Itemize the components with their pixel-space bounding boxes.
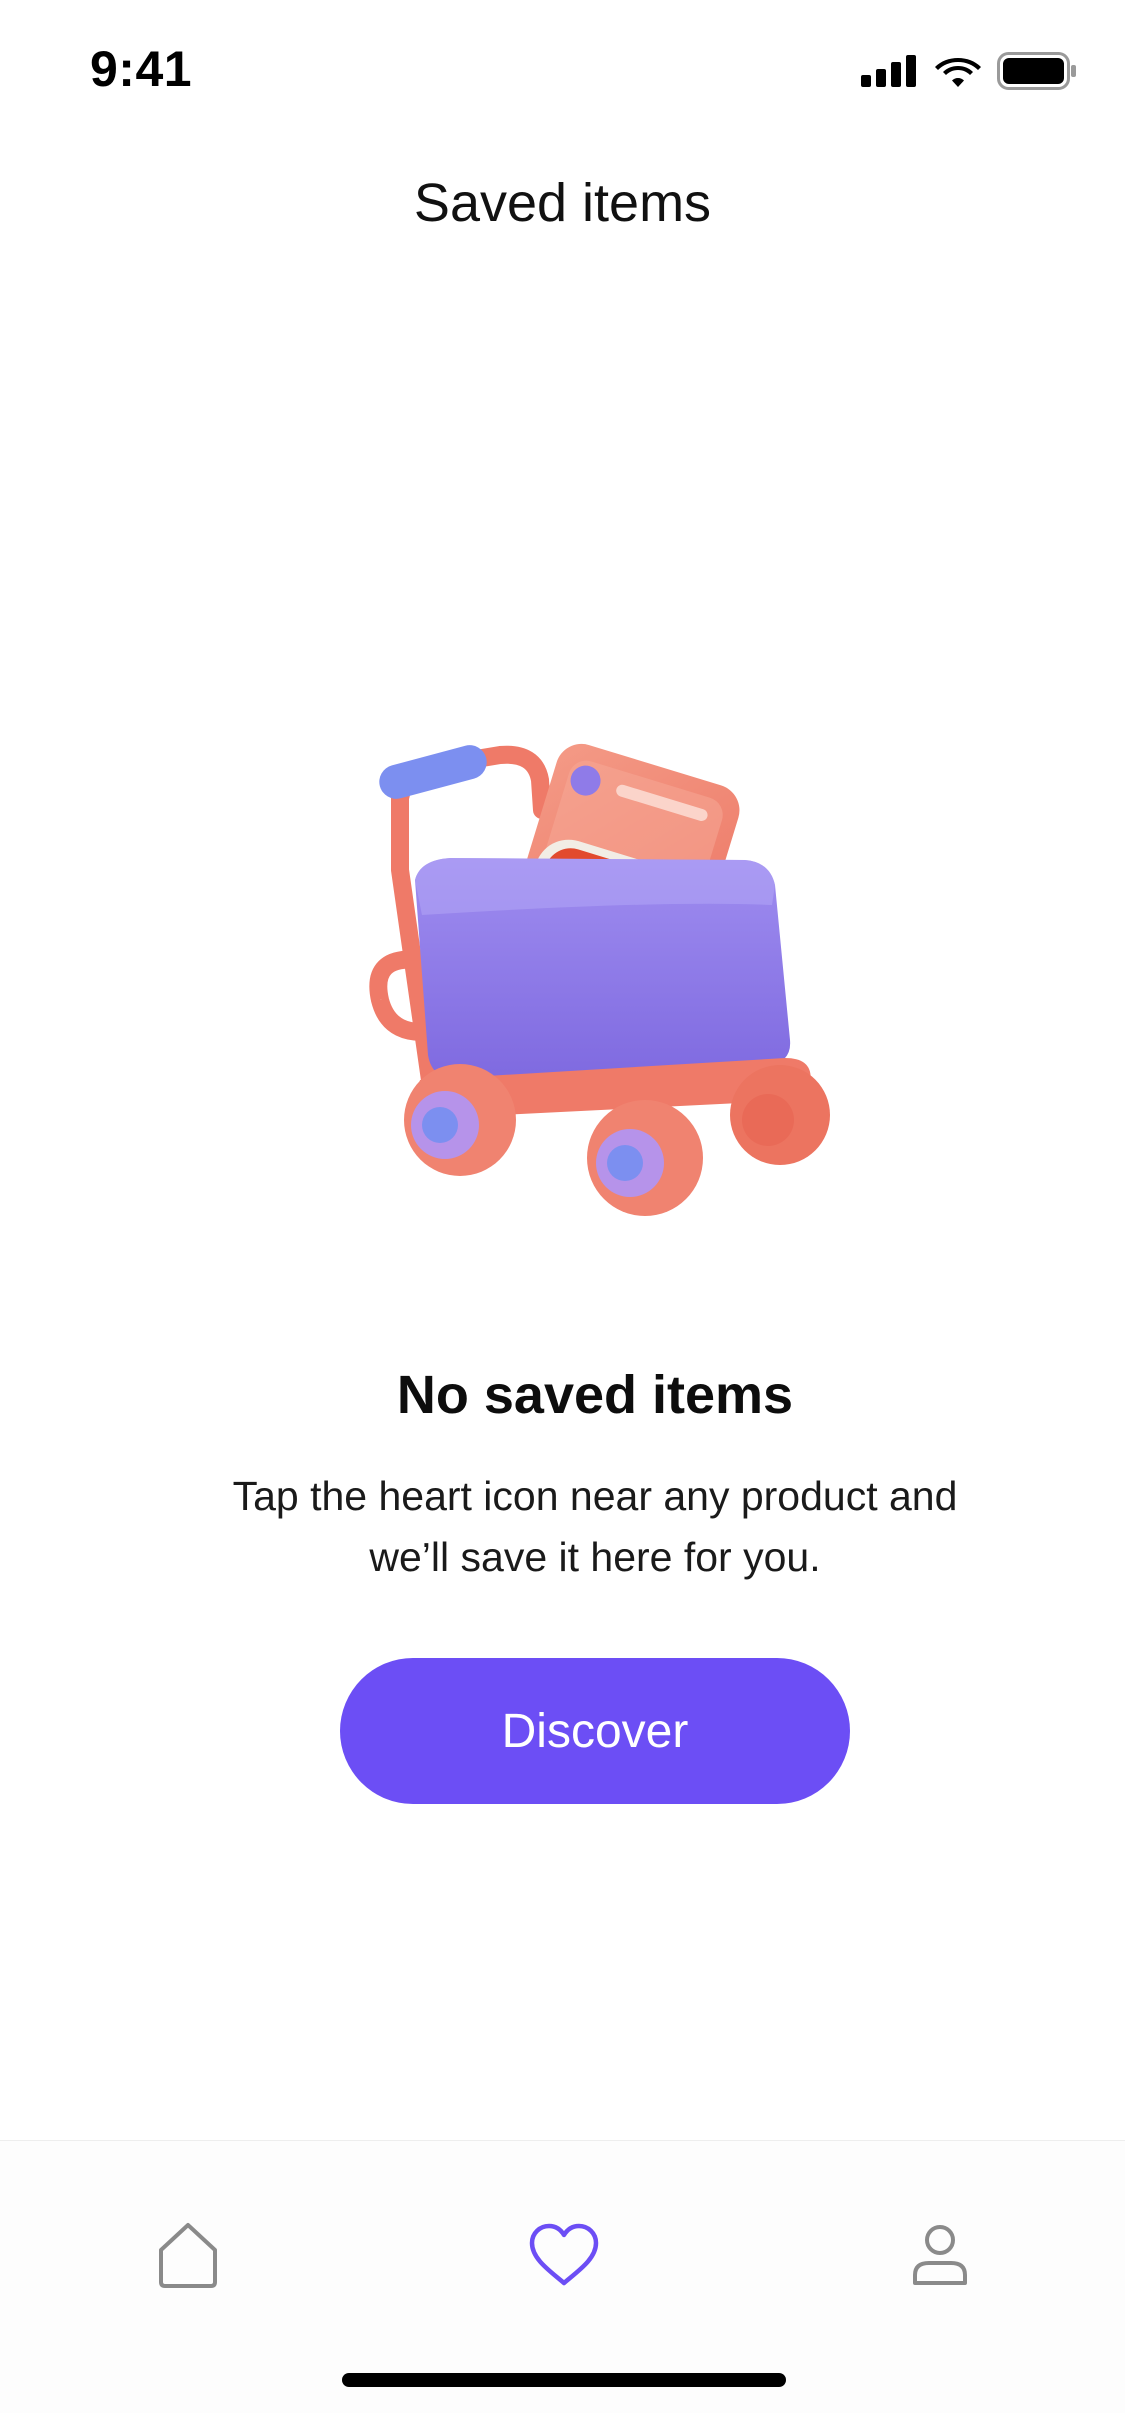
- status-time: 9:41: [90, 41, 193, 97]
- page-title: Saved items: [413, 173, 712, 233]
- discover-button[interactable]: Discover: [340, 1658, 850, 1804]
- battery-icon: [997, 52, 1076, 90]
- empty-state-title: No saved items: [396, 1365, 794, 1425]
- wifi-icon: [935, 58, 981, 87]
- status-bar: 9:41: [0, 0, 1125, 140]
- user-icon: [913, 2225, 967, 2285]
- tab-profile[interactable]: [880, 2195, 1000, 2315]
- home-icon: [159, 2223, 217, 2288]
- status-icons: [861, 52, 1077, 90]
- signal-icon: [861, 55, 916, 87]
- tab-home[interactable]: [128, 2195, 248, 2315]
- empty-state-message: Tap the heart icon near any product and …: [232, 1473, 958, 1580]
- home-indicator: [342, 2373, 786, 2387]
- heart-icon: [529, 2223, 599, 2286]
- tab-saved[interactable]: [504, 2195, 624, 2315]
- shopping-cart-illustration: [360, 740, 830, 1220]
